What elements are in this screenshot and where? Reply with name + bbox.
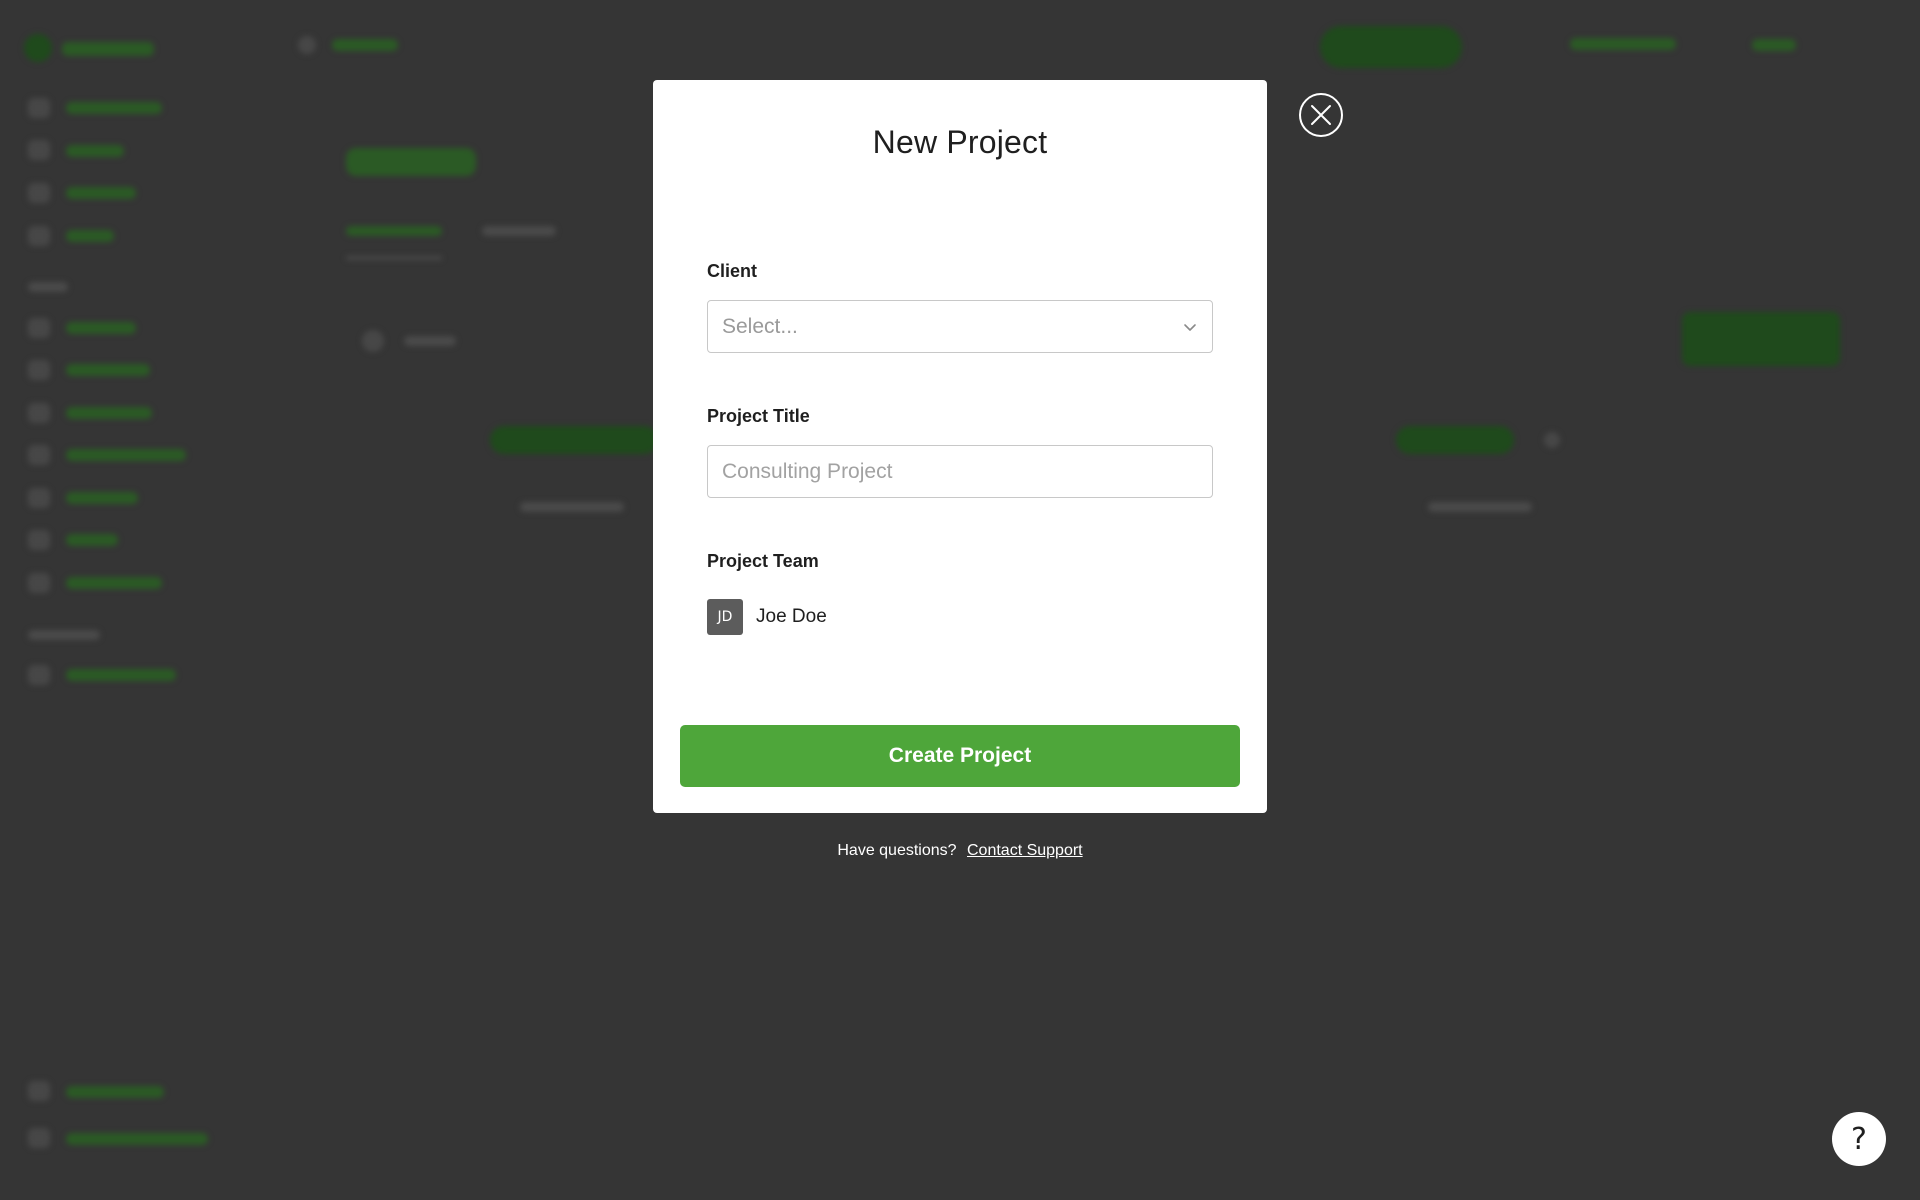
help-button[interactable]: ?	[1832, 1112, 1886, 1166]
sidebar-icon	[28, 573, 50, 593]
sidebar-icon	[28, 226, 50, 246]
app-logo-text	[62, 42, 154, 56]
sidebar-icon	[28, 140, 50, 160]
app-logo	[24, 34, 52, 62]
sidebar-item[interactable]	[66, 669, 176, 681]
tab-underline	[346, 256, 442, 260]
column-header	[490, 426, 658, 454]
page-title	[346, 148, 476, 176]
sidebar-item[interactable]	[66, 407, 152, 419]
help-icon: ?	[1851, 1121, 1867, 1157]
sidebar-item[interactable]	[66, 577, 162, 589]
client-select[interactable]: Select...	[707, 300, 1213, 353]
support-question: Have questions?	[837, 842, 957, 859]
sidebar-icon	[28, 530, 50, 550]
modal-title: New Project	[872, 124, 1048, 160]
column-header	[1396, 426, 1514, 454]
avatar: JD	[707, 599, 743, 635]
sidebar-icon	[28, 1081, 50, 1101]
topbar-action-button[interactable]	[1320, 26, 1462, 68]
sidebar-icon	[28, 488, 50, 508]
search-icon	[298, 36, 316, 54]
sidebar-item[interactable]	[66, 1133, 208, 1145]
chevron-down-icon	[1184, 324, 1196, 331]
sidebar-icon	[28, 318, 50, 338]
sidebar-section-label	[28, 630, 100, 640]
topbar-item[interactable]	[1570, 38, 1676, 50]
sidebar-item[interactable]	[66, 534, 118, 546]
sidebar-icon	[28, 183, 50, 203]
client-label: Client	[707, 261, 758, 281]
tab[interactable]	[346, 226, 442, 236]
sidebar-icon	[28, 98, 50, 118]
sidebar-icon	[28, 360, 50, 380]
new-project-button-bg[interactable]	[1682, 312, 1840, 366]
filter-text[interactable]	[404, 336, 456, 346]
topbar-item[interactable]	[1752, 39, 1796, 51]
sidebar-item[interactable]	[66, 102, 162, 114]
sidebar-item[interactable]	[66, 449, 186, 461]
search-text[interactable]	[332, 39, 398, 51]
support-line: Have questions? Contact Support	[0, 842, 1920, 860]
sidebar-item[interactable]	[66, 364, 150, 376]
sidebar-item[interactable]	[66, 492, 138, 504]
new-project-modal: New Project Client Select... Project Tit…	[653, 80, 1267, 813]
team-member-name: Joe Doe	[756, 606, 827, 627]
sidebar-icon	[28, 665, 50, 685]
sidebar-item[interactable]	[66, 230, 114, 242]
sidebar-icon	[28, 403, 50, 423]
close-icon	[1311, 105, 1331, 125]
sidebar-icon	[28, 1128, 50, 1148]
client-select-placeholder: Select...	[722, 314, 798, 338]
sidebar-item[interactable]	[66, 145, 124, 157]
sidebar-section-label	[28, 282, 68, 292]
sidebar-item[interactable]	[66, 187, 136, 199]
add-item[interactable]	[1428, 502, 1532, 512]
contact-support-link[interactable]: Contact Support	[967, 842, 1083, 859]
add-item[interactable]	[520, 502, 624, 512]
team-member: JD Joe Doe	[707, 599, 827, 635]
tab[interactable]	[482, 226, 556, 236]
project-title-label: Project Title	[707, 406, 810, 426]
column-icon	[1544, 432, 1560, 448]
filter-icon	[362, 330, 384, 352]
close-button[interactable]	[1299, 93, 1343, 137]
project-title-input[interactable]	[707, 445, 1213, 498]
sidebar-item[interactable]	[66, 322, 136, 334]
create-project-button[interactable]: Create Project	[680, 725, 1240, 787]
sidebar-item[interactable]	[66, 1086, 164, 1098]
project-team-label: Project Team	[707, 551, 819, 571]
sidebar-icon	[28, 445, 50, 465]
